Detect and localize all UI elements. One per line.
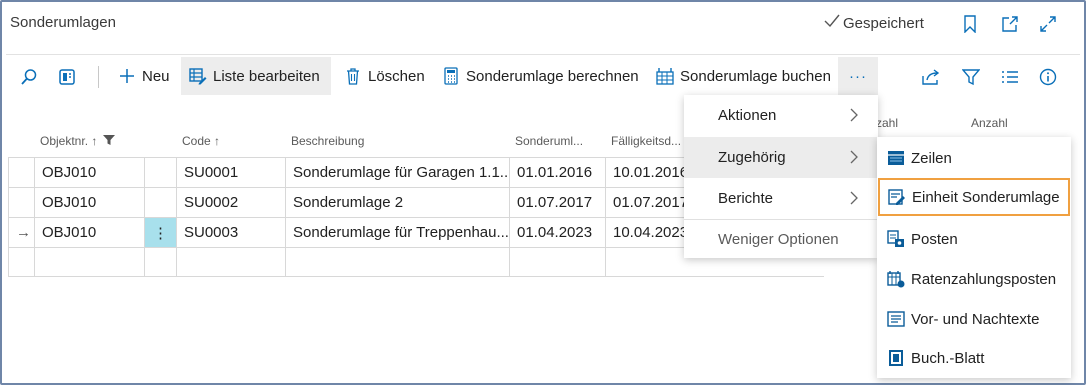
delete-button[interactable]: Löschen [336, 57, 433, 95]
calculator-icon [442, 67, 460, 85]
special-date-cell[interactable] [509, 248, 605, 277]
toolbar-divider [98, 66, 99, 88]
chevron-right-icon [848, 190, 860, 206]
row-menu-cell [144, 248, 176, 277]
row-actions-button[interactable]: ⋮ [144, 218, 176, 247]
menu-item-label: Aktionen [718, 107, 777, 124]
search-icon[interactable] [18, 66, 40, 88]
submenu-item-unit-special-levy[interactable]: Einheit Sonderumlage [878, 178, 1070, 216]
column-header-count[interactable]: Anzahl [971, 116, 1008, 130]
page-header: Sonderumlagen Gespeichert [2, 2, 1084, 46]
menu-item-zugehoerig[interactable]: Zugehörig [684, 137, 878, 178]
calculate-label: Sonderumlage berechnen [466, 67, 639, 85]
submenu-item-label: Ratenzahlungsposten [911, 270, 1057, 288]
code-cell[interactable]: SU0002 [176, 188, 285, 217]
info-icon[interactable] [1037, 66, 1059, 88]
menu-item-berichte[interactable]: Berichte [684, 178, 878, 219]
menu-item-aktionen[interactable]: Aktionen [684, 95, 878, 136]
bookmark-icon[interactable] [960, 14, 980, 34]
journal-icon [887, 349, 905, 367]
chevron-right-icon [848, 149, 860, 165]
more-options-button[interactable]: ··· [838, 57, 878, 95]
row-indicator-cell [8, 158, 34, 187]
description-cell[interactable]: Sonderumlage 2 [285, 188, 509, 217]
column-header-object-no[interactable]: Objektnr. ↑ [40, 134, 115, 149]
text-lines-icon [887, 310, 905, 328]
post-button[interactable]: Sonderumlage buchen [648, 57, 839, 95]
action-bar: Neu Liste bearbeiten Löschen Sonderumlag… [2, 57, 1084, 95]
more-icon: ··· [849, 67, 867, 85]
expand-icon[interactable] [1038, 14, 1058, 34]
plus-icon [118, 67, 136, 85]
menu-item-label: Berichte [718, 190, 774, 207]
edit-list-icon [189, 67, 207, 85]
open-new-window-icon[interactable] [1000, 14, 1020, 34]
submenu-item-journal[interactable]: Buch.-Blatt [877, 338, 1071, 378]
description-cell[interactable] [285, 248, 509, 277]
column-header-description[interactable]: Beschreibung [291, 134, 364, 148]
row-menu-cell [144, 188, 176, 217]
layout-icon[interactable] [56, 66, 78, 88]
submenu-item-entries[interactable]: Posten [877, 219, 1071, 259]
code-cell[interactable]: SU0003 [176, 218, 285, 247]
special-date-cell[interactable]: 01.04.2023 [509, 218, 605, 247]
edit-list-button[interactable]: Liste bearbeiten [181, 57, 331, 95]
menu-item-fewer-options[interactable]: Weniger Optionen [684, 219, 878, 260]
row-indicator-cell [8, 248, 34, 277]
special-date-cell[interactable]: 01.01.2016 [509, 158, 605, 187]
submenu-item-label: Vor- und Nachtexte [911, 310, 1040, 328]
row-indicator-cell [8, 188, 34, 217]
new-button[interactable]: Neu [110, 57, 178, 95]
current-row-arrow-icon: → [8, 218, 34, 247]
header-divider [6, 54, 1080, 55]
list-view-icon[interactable] [999, 66, 1021, 88]
installment-icon [887, 270, 905, 288]
column-header-code[interactable]: Code ↑ [182, 134, 220, 148]
menu-item-label: Zugehörig [718, 149, 786, 166]
column-header-partial-count[interactable]: zahl [876, 116, 898, 130]
row-menu-cell [144, 158, 176, 187]
more-options-menu: Aktionen Zugehörig Berichte Weniger Opti… [684, 95, 878, 258]
object-no-cell[interactable]: OBJ010 [34, 158, 144, 187]
menu-item-label: Weniger Optionen [718, 231, 839, 248]
filter-icon[interactable] [960, 66, 982, 88]
object-no-cell[interactable] [34, 248, 144, 277]
page-title: Sonderumlagen [10, 14, 116, 31]
submenu-item-label: Posten [911, 230, 958, 248]
entries-icon [887, 230, 905, 248]
post-label: Sonderumlage buchen [680, 67, 831, 85]
lines-grid-icon [887, 149, 905, 167]
edit-list-label: Liste bearbeiten [213, 67, 320, 85]
submenu-item-installment-entries[interactable]: Ratenzahlungsposten [877, 259, 1071, 299]
calculate-button[interactable]: Sonderumlage berechnen [434, 57, 647, 95]
trash-icon [344, 67, 362, 85]
related-submenu: Zeilen Einheit Sonderumlage Posten Raten… [877, 137, 1071, 378]
column-header-special-date[interactable]: Sonderuml... [515, 134, 583, 148]
submenu-item-label: Buch.-Blatt [911, 349, 985, 367]
chevron-right-icon [848, 107, 860, 123]
description-cell[interactable]: Sonderumlage für Treppenhau... [285, 218, 509, 247]
column-header-object-no-label: Objektnr. ↑ [40, 134, 98, 148]
column-header-due-date[interactable]: Fälligkeitsd... [611, 134, 681, 148]
submenu-item-lines[interactable]: Zeilen [877, 138, 1071, 178]
special-date-cell[interactable]: 01.07.2017 [509, 188, 605, 217]
object-no-cell[interactable]: OBJ010 [34, 188, 144, 217]
post-journal-icon [656, 67, 674, 85]
filter-funnel-icon [102, 134, 115, 149]
object-no-cell[interactable]: OBJ010 [34, 218, 144, 247]
submenu-item-pre-post-texts[interactable]: Vor- und Nachtexte [877, 299, 1071, 339]
saved-status: Gespeichert [824, 14, 924, 32]
submenu-item-label: Einheit Sonderumlage [912, 188, 1060, 206]
code-cell[interactable] [176, 248, 285, 277]
code-cell[interactable]: SU0001 [176, 158, 285, 187]
edit-document-icon [888, 188, 906, 206]
delete-label: Löschen [368, 67, 425, 85]
saved-label: Gespeichert [843, 14, 924, 32]
new-label: Neu [142, 67, 170, 85]
share-icon[interactable] [920, 66, 942, 88]
submenu-item-label: Zeilen [911, 149, 952, 167]
checkmark-icon [824, 14, 840, 32]
description-cell[interactable]: Sonderumlage für Garagen 1.1... [285, 158, 509, 187]
